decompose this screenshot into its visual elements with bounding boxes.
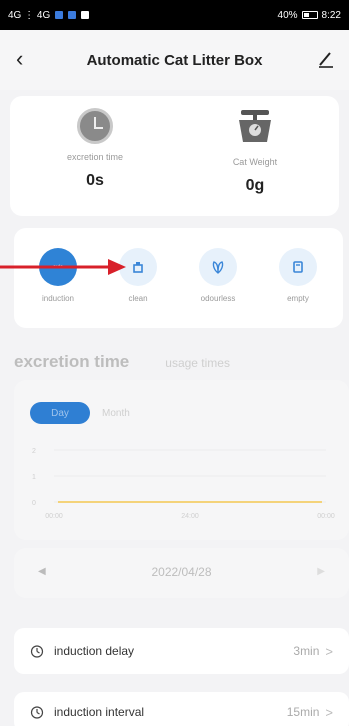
scale-icon xyxy=(239,110,271,142)
induction-delay-row[interactable]: induction delay 3min > xyxy=(14,628,349,674)
induction-interval-row[interactable]: induction interval 15min > xyxy=(14,692,349,726)
mode-label: clean xyxy=(128,294,148,303)
tab-excretion-time[interactable]: excretion time xyxy=(14,352,129,372)
y-tick-label: 1 xyxy=(32,474,36,481)
setting-value: 15min xyxy=(286,705,320,719)
page-title: Automatic Cat Litter Box xyxy=(86,51,263,69)
app-icon xyxy=(55,11,64,19)
setting-label: induction delay xyxy=(54,644,135,658)
y-tick-label: 2 xyxy=(32,448,36,455)
day-toggle[interactable]: Day xyxy=(30,402,90,424)
stats-card: excretion time 0s Cat Weight 0g xyxy=(10,96,339,216)
setting-label: induction interval xyxy=(54,705,145,719)
mode-empty[interactable]: empty xyxy=(268,248,328,303)
clock-icon xyxy=(77,108,113,144)
app-icon xyxy=(68,11,77,19)
chevron-right-icon: > xyxy=(325,643,333,659)
y-tick-label: 0 xyxy=(32,500,36,507)
clean-icon xyxy=(133,262,143,273)
date-selector: ◀ 2022/04/28 ▶ xyxy=(14,548,349,598)
clock-time: 8:22 xyxy=(321,9,341,21)
x-tick-label: 00:00 xyxy=(317,513,335,520)
back-icon[interactable]: ‹ xyxy=(16,46,23,72)
app-icon xyxy=(81,11,90,19)
status-right: 40% 8:22 xyxy=(278,10,341,21)
signal-text: 4G ⋮ 4G xyxy=(8,9,51,21)
mode-label: induction xyxy=(41,294,75,303)
date-value: 2022/04/28 xyxy=(151,565,212,579)
status-left: 4G ⋮ 4G xyxy=(8,9,90,21)
chart-card: 2 1 0 00:00 24:00 00:00 Day Month xyxy=(14,380,349,540)
timer-icon xyxy=(30,645,44,658)
mode-odourless[interactable]: odourless xyxy=(188,248,248,303)
x-tick-label: 00:00 xyxy=(45,513,63,520)
weight-value: 0g xyxy=(245,177,265,194)
x-tick-label: 24:00 xyxy=(181,513,199,520)
weight-stat: Cat Weight 0g xyxy=(180,108,330,195)
nav-bar: ‹ Automatic Cat Litter Box xyxy=(0,30,349,90)
mode-label: odourless xyxy=(200,294,236,303)
month-toggle[interactable]: Month xyxy=(102,408,130,419)
period-toggle: Day Month xyxy=(30,402,130,424)
leaf-icon xyxy=(212,261,224,274)
annotation-arrow xyxy=(0,259,126,275)
section-tabs: excretion time usage times xyxy=(14,352,230,372)
odourless-button[interactable] xyxy=(199,248,237,286)
trash-icon xyxy=(293,261,303,273)
excretion-value: 0s xyxy=(86,172,104,189)
excretion-label: excretion time xyxy=(66,152,124,162)
status-bar: 4G ⋮ 4G 40% 8:22 xyxy=(0,0,349,30)
tab-usage-times[interactable]: usage times xyxy=(165,356,230,370)
timer-icon xyxy=(30,706,44,719)
next-date-button[interactable]: ▶ xyxy=(317,566,325,577)
mode-label: empty xyxy=(287,294,309,303)
excretion-stat: excretion time 0s xyxy=(20,108,170,190)
empty-button[interactable] xyxy=(279,248,317,286)
weight-label: Cat Weight xyxy=(232,157,278,167)
battery-icon xyxy=(301,11,318,19)
setting-value: 3min xyxy=(293,644,320,658)
battery-percent: 40% xyxy=(277,9,298,21)
edit-icon[interactable] xyxy=(317,50,335,68)
chevron-right-icon: > xyxy=(325,704,333,720)
